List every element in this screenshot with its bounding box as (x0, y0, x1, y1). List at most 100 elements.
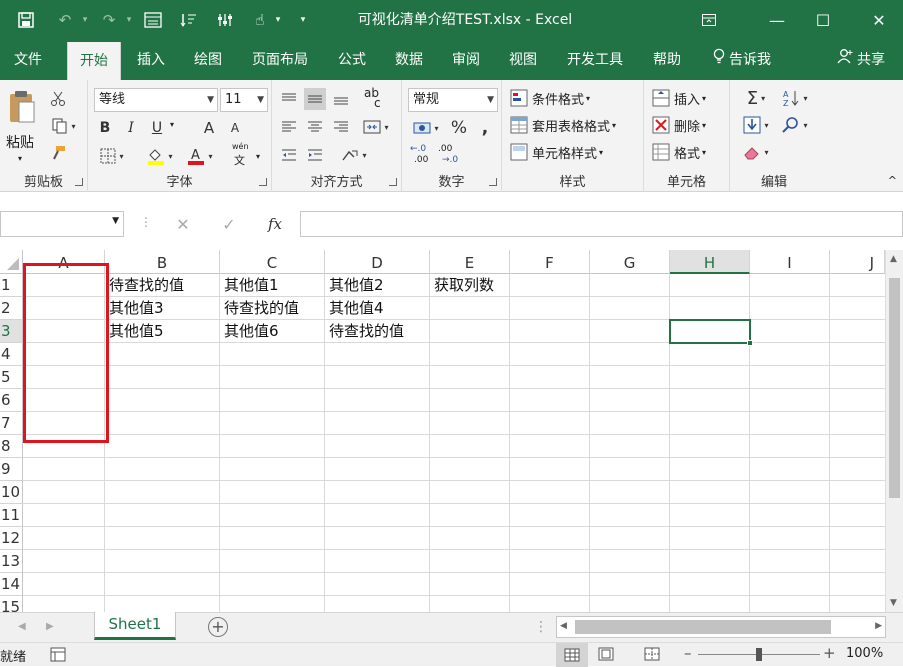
column-header-f[interactable]: F (510, 250, 590, 274)
selected-cell-h3[interactable] (669, 319, 753, 346)
worksheet-grid[interactable]: A B C D E F G H I J 1 2 3 4 5 6 7 8 9 10… (0, 250, 885, 612)
scroll-left-icon[interactable]: ◀ (560, 621, 567, 631)
autosum-button[interactable]: Σ ▾ (736, 86, 776, 110)
enter-button[interactable]: ✓ (214, 211, 244, 237)
row-header-4[interactable]: 4 (0, 343, 23, 366)
row-header-13[interactable]: 13 (0, 550, 23, 573)
ribbon-display-options-icon[interactable] (686, 0, 732, 40)
vertical-scroll-thumb[interactable] (889, 278, 900, 498)
insert-cells-button[interactable]: 插入 ▾ (652, 86, 706, 110)
underline-button[interactable]: U (146, 116, 168, 140)
font-size-combo[interactable]: 11 ▼ (220, 88, 268, 112)
align-middle-icon[interactable] (304, 88, 326, 110)
scroll-down-icon[interactable]: ▼ (890, 598, 897, 608)
cell-c1[interactable]: 其他值1 (220, 274, 279, 297)
orientation-button[interactable]: ab c (362, 86, 396, 112)
accounting-format-icon[interactable]: ▾ (408, 116, 444, 140)
comma-button[interactable]: , (474, 116, 496, 140)
zoom-slider-thumb[interactable] (756, 648, 762, 661)
paste-button[interactable]: 粘贴 ▾ (4, 86, 40, 166)
tab-view[interactable]: 视图 (496, 40, 550, 80)
row-header-2[interactable]: 2 (0, 297, 23, 320)
maximize-button[interactable]: ☐ (800, 0, 846, 40)
cell-e1[interactable]: 获取列数 (430, 274, 494, 297)
cut-icon[interactable] (46, 88, 70, 110)
row-header-8[interactable]: 8 (0, 435, 23, 458)
page-layout-view-icon[interactable] (598, 647, 614, 665)
percent-button[interactable]: % (448, 116, 470, 140)
align-top-icon[interactable] (278, 88, 300, 110)
font-name-combo[interactable]: 等线 ▼ (94, 88, 218, 112)
touch-dropdown-icon[interactable]: ▾ (272, 0, 284, 40)
column-header-g[interactable]: G (590, 250, 670, 274)
tab-help[interactable]: 帮助 (640, 40, 694, 80)
cell-d1[interactable]: 其他值2 (325, 274, 384, 297)
row-header-11[interactable]: 11 (0, 504, 23, 527)
sheet-tab-sheet1[interactable]: Sheet1 (94, 612, 176, 640)
increase-indent-icon[interactable] (304, 144, 326, 166)
wrap-text-icon[interactable]: ▾ (336, 144, 372, 166)
cell-c2[interactable]: 待查找的值 (220, 297, 299, 320)
save-icon[interactable] (12, 0, 40, 40)
delete-cells-button[interactable]: 删除 ▾ (652, 113, 706, 137)
conditional-formatting-button[interactable]: 条件格式 ▾ (510, 86, 590, 110)
form-icon[interactable] (140, 0, 166, 40)
select-all-button[interactable] (0, 250, 23, 274)
scroll-right-icon[interactable]: ▶ (875, 621, 882, 631)
cell-b3[interactable]: 其他值5 (105, 320, 164, 343)
insert-function-button[interactable]: fx (260, 211, 290, 237)
column-header-i[interactable]: I (750, 250, 830, 274)
horizontal-scroll-thumb[interactable] (575, 620, 831, 634)
row-header-3[interactable]: 3 (0, 320, 23, 343)
next-sheet-icon[interactable]: ▶ (46, 621, 54, 632)
column-header-e[interactable]: E (430, 250, 510, 274)
row-header-12[interactable]: 12 (0, 527, 23, 550)
scroll-up-icon[interactable]: ▲ (890, 254, 897, 264)
cell-d2[interactable]: 其他值4 (325, 297, 384, 320)
cell-c3[interactable]: 其他值6 (220, 320, 279, 343)
cell-b2[interactable]: 其他值3 (105, 297, 164, 320)
increase-decimal-button[interactable]: ←.0 .00 (410, 144, 436, 168)
format-painter-icon[interactable] (46, 142, 70, 164)
formula-input[interactable] (300, 211, 903, 237)
clear-button[interactable]: ▾ (736, 140, 776, 164)
tab-splitter-icon[interactable]: ⋮ (534, 619, 548, 635)
grow-font-button[interactable]: A (198, 116, 220, 140)
add-sheet-icon[interactable]: + (208, 617, 228, 637)
tab-review[interactable]: 审阅 (439, 40, 493, 80)
cell-b1[interactable]: 待查找的值 (105, 274, 184, 297)
alignment-dialog-launcher-icon[interactable] (389, 178, 397, 186)
tab-page-layout[interactable]: 页面布局 (238, 40, 322, 80)
minimize-button[interactable]: — (754, 0, 800, 40)
copy-icon[interactable]: ▾ (46, 115, 82, 137)
phonetic-guide-button[interactable]: wén 文 ▾ (230, 142, 266, 170)
accessibility-icon[interactable] (212, 0, 238, 40)
format-cells-button[interactable]: 格式 ▾ (652, 140, 706, 164)
clipboard-dialog-launcher-icon[interactable] (75, 178, 83, 186)
row-header-9[interactable]: 9 (0, 458, 23, 481)
bold-button[interactable]: B (94, 116, 116, 140)
align-bottom-icon[interactable] (330, 88, 352, 110)
zoom-in-button[interactable]: + (823, 644, 836, 662)
cell-d3[interactable]: 待查找的值 (325, 320, 404, 343)
sort-filter-button[interactable]: A Z ▾ (776, 86, 814, 110)
column-header-h[interactable]: H (670, 250, 750, 274)
tab-formulas[interactable]: 公式 (325, 40, 379, 80)
cancel-button[interactable]: ✕ (168, 211, 198, 237)
page-break-view-icon[interactable] (644, 647, 660, 665)
column-header-b[interactable]: B (105, 250, 220, 274)
sort-filter-icon[interactable] (176, 0, 202, 40)
italic-button[interactable]: I (120, 116, 142, 140)
font-dialog-launcher-icon[interactable] (259, 178, 267, 186)
row-header-10[interactable]: 10 (0, 481, 23, 504)
merge-center-icon[interactable]: ▾ (358, 116, 394, 138)
find-select-button[interactable]: ▾ (776, 113, 814, 137)
row-header-1[interactable]: 1 (0, 274, 23, 297)
tell-me-box[interactable]: 告诉我 (700, 40, 784, 80)
align-left-icon[interactable] (278, 116, 300, 138)
decrease-decimal-button[interactable]: .00 →.0 (438, 144, 464, 168)
number-dialog-launcher-icon[interactable] (489, 178, 497, 186)
align-center-icon[interactable] (304, 116, 326, 138)
font-color-icon[interactable]: A ▾ (182, 144, 218, 168)
cell-styles-button[interactable]: 单元格样式 ▾ (510, 140, 603, 164)
